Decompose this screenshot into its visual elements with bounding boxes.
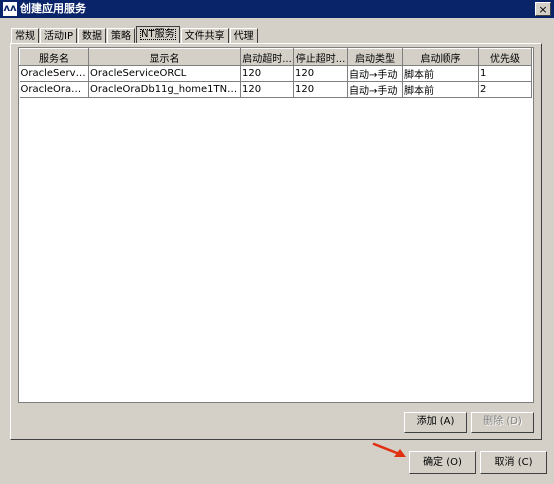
red-arrow-annotation (372, 442, 406, 457)
cell-display-name: OracleOraDb11g_home1TNSLi... (88, 81, 241, 98)
tab-label: 常规 (15, 31, 35, 42)
cell-priority: 2 (478, 81, 532, 98)
tab-label: 文件共享 (184, 31, 225, 42)
tab-policy[interactable]: 策略 (106, 28, 135, 43)
table-row[interactable]: OracleService... OracleServiceORCL 120 1… (19, 65, 532, 82)
table-row[interactable]: OracleOraDb... OracleOraDb11g_home1TNSLi… (19, 81, 532, 98)
column-header-start-order[interactable]: 启动顺序 (402, 48, 479, 66)
delete-button[interactable]: 删除 (D) (471, 412, 534, 433)
cell-priority: 1 (478, 65, 532, 82)
cell-stop-timeout: 120 (293, 81, 348, 98)
cell-start-order: 脚本前 (402, 65, 479, 82)
cell-service-name: OracleOraDb... (19, 81, 89, 98)
window-title: 创建应用服务 (20, 2, 86, 15)
tab-agent[interactable]: 代理 (229, 28, 258, 43)
cell-start-type: 自动→手动 (347, 65, 403, 82)
cell-start-timeout: 120 (240, 81, 294, 98)
title-bar: ʌʌ 创建应用服务 × (0, 0, 554, 18)
app-icon: ʌʌ (3, 2, 17, 16)
table-header-row: 服务名 显示名 启动超时... 停止超时... 启动类型 启动顺序 优先级 (19, 48, 532, 66)
tab-active-ip[interactable]: 活动IP (40, 28, 77, 43)
cell-display-name: OracleServiceORCL (88, 65, 241, 82)
tab-label: 代理 (233, 31, 254, 42)
cell-stop-timeout: 120 (293, 65, 348, 82)
column-header-priority[interactable]: 优先级 (478, 48, 532, 66)
ok-button[interactable]: 确定 (O) (409, 451, 476, 474)
tab-label: 策略 (110, 31, 131, 42)
cancel-button[interactable]: 取消 (C) (480, 451, 547, 474)
column-header-service-name[interactable]: 服务名 (19, 48, 89, 66)
cell-start-order: 脚本前 (402, 81, 479, 98)
nt-service-table: 服务名 显示名 启动超时... 停止超时... 启动类型 启动顺序 优先级 Or… (18, 47, 534, 403)
column-header-stop-timeout[interactable]: 停止超时... (293, 48, 348, 66)
tab-general[interactable]: 常规 (11, 28, 39, 43)
column-header-start-timeout[interactable]: 启动超时... (240, 48, 294, 66)
tab-label: 活动IP (44, 31, 73, 42)
add-button[interactable]: 添加 (A) (404, 412, 467, 433)
tab-strip: 常规 活动IP 数据 策略 NT服务 文件共享 代理 (11, 26, 259, 43)
tab-data[interactable]: 数据 (77, 28, 106, 43)
tab-file-share[interactable]: 文件共享 (180, 28, 229, 43)
cell-service-name: OracleService... (19, 65, 89, 82)
tab-label: NT服务 (139, 29, 176, 40)
cell-start-timeout: 120 (240, 65, 294, 82)
tab-nt-service[interactable]: NT服务 (135, 26, 180, 43)
close-button[interactable]: × (535, 2, 551, 16)
tab-label: 数据 (81, 31, 102, 42)
cell-start-type: 自动→手动 (347, 81, 403, 98)
column-header-start-type[interactable]: 启动类型 (347, 48, 403, 66)
column-header-display-name[interactable]: 显示名 (88, 48, 241, 66)
